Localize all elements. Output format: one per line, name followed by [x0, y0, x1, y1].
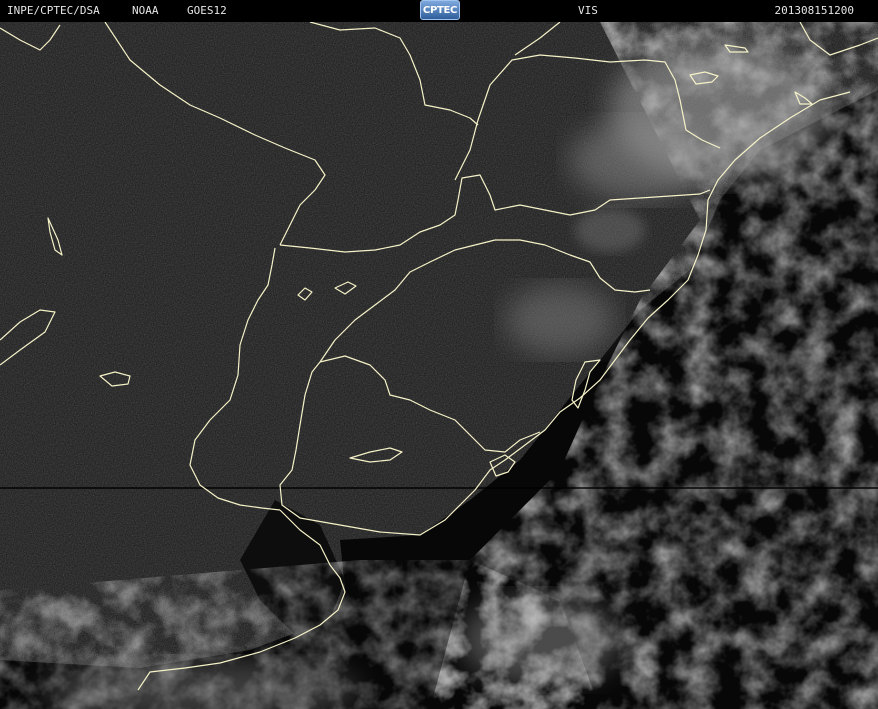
cloud-inland [505, 285, 615, 355]
cptec-logo: CPTEC [420, 0, 460, 20]
noaa-label: NOAA [132, 4, 159, 17]
timestamp-label: 201308151200 [774, 4, 854, 17]
satellite-viewer: INPE/CPTEC/DSA NOAA GOES12 CPTEC VIS 201… [0, 0, 878, 709]
satellite-image [0, 22, 878, 709]
logo-text: CPTEC [422, 4, 458, 16]
channel-label: VIS [578, 4, 598, 17]
satellite-label: GOES12 [187, 4, 227, 17]
agency-label: INPE/CPTEC/DSA [7, 4, 100, 17]
header-bar: INPE/CPTEC/DSA NOAA GOES12 CPTEC VIS 201… [0, 0, 878, 22]
